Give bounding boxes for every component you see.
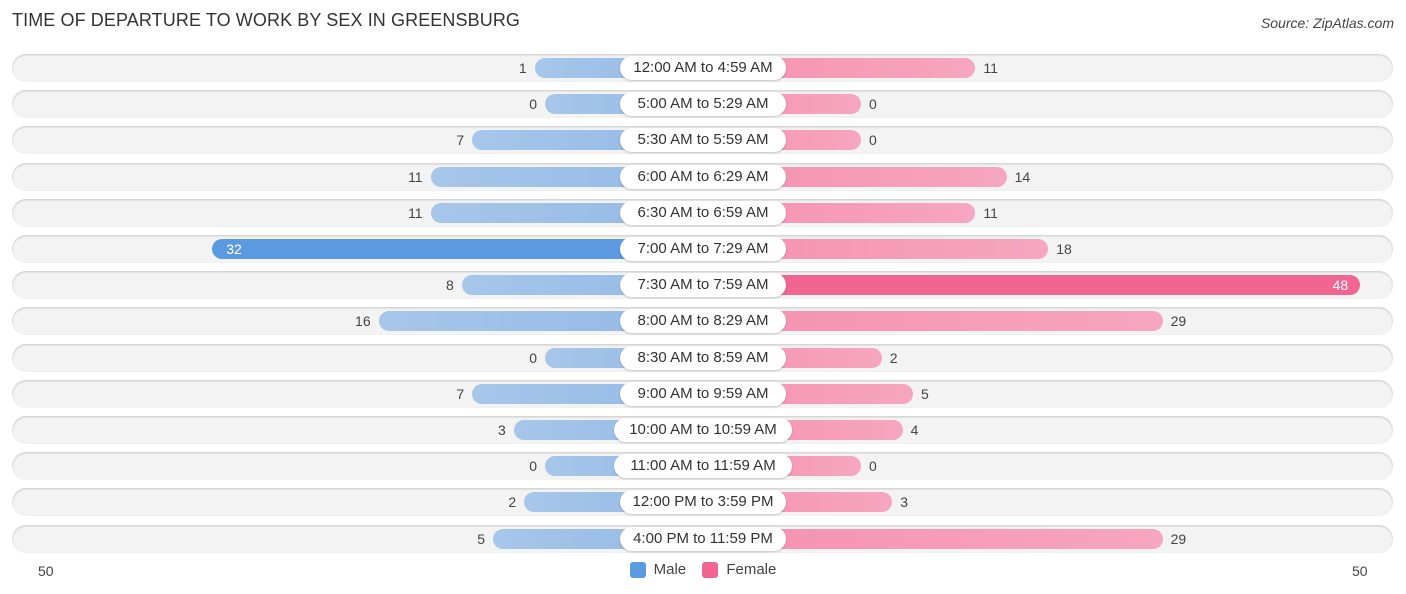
- category-label: 5:00 AM to 5:29 AM: [620, 92, 786, 117]
- legend: Male Female: [0, 561, 1406, 582]
- female-value: 4: [910, 422, 919, 438]
- category-label: 12:00 AM to 4:59 AM: [620, 56, 786, 80]
- legend-item-female[interactable]: Female: [702, 561, 776, 578]
- male-value: 0: [529, 96, 537, 113]
- category-label: 12:00 PM to 3:59 PM: [620, 490, 786, 515]
- category-label: 8:00 AM to 8:29 AM: [620, 309, 786, 334]
- legend-swatch-male: [629, 561, 646, 578]
- category-label: 7:00 AM to 7:29 AM: [620, 237, 786, 261]
- female-value: 48: [1332, 277, 1349, 294]
- category-label: 11:00 AM to 11:59 AM: [614, 454, 792, 479]
- male-value: 5: [477, 530, 485, 547]
- male-value: 0: [529, 349, 537, 366]
- female-bar[interactable]: [703, 275, 1361, 296]
- category-label: 7:30 AM to 7:59 AM: [620, 273, 786, 298]
- male-value: 11: [408, 204, 423, 221]
- chart-area: 1 11 12:00 AM to 4:59 AM 0 0 5:00 AM to 5:29 …: [0, 0, 1406, 594]
- male-value: 32: [226, 241, 242, 257]
- male-value: 3: [498, 422, 506, 438]
- female-value: 14: [1014, 168, 1031, 185]
- category-label: 5:30 AM to 5:59 AM: [620, 128, 786, 153]
- female-value: 29: [1170, 530, 1187, 547]
- male-value: 7: [456, 132, 465, 149]
- category-label: 8:30 AM to 8:59 AM: [620, 345, 786, 370]
- female-value: 0: [869, 458, 877, 475]
- female-value: 29: [1170, 313, 1187, 330]
- male-value: 0: [529, 458, 537, 475]
- category-label: 10:00 AM to 10:59 AM: [614, 418, 792, 442]
- female-value: 0: [869, 96, 877, 113]
- legend-label-female: Female: [726, 561, 777, 578]
- legend-label-male: Male: [653, 561, 687, 578]
- female-value: 3: [900, 494, 908, 511]
- female-value: 11: [983, 60, 998, 76]
- female-value: 5: [921, 385, 929, 402]
- male-value: 1: [518, 60, 527, 76]
- male-value: 16: [355, 313, 371, 330]
- category-label: 9:00 AM to 9:59 AM: [620, 381, 786, 406]
- male-value: 8: [446, 277, 454, 294]
- female-value: 2: [889, 349, 898, 366]
- male-value: 11: [408, 168, 423, 185]
- female-value: 11: [983, 204, 998, 221]
- male-value: 2: [508, 494, 517, 511]
- category-label: 6:30 AM to 6:59 AM: [620, 200, 786, 225]
- legend-swatch-female: [702, 561, 719, 578]
- female-value: 0: [869, 132, 877, 149]
- male-value: 7: [456, 385, 465, 402]
- legend-item-male[interactable]: Male: [629, 561, 687, 578]
- category-label: 4:00 PM to 11:59 PM: [620, 526, 786, 551]
- category-label: 6:00 AM to 6:29 AM: [620, 164, 786, 189]
- female-value: 18: [1056, 241, 1072, 257]
